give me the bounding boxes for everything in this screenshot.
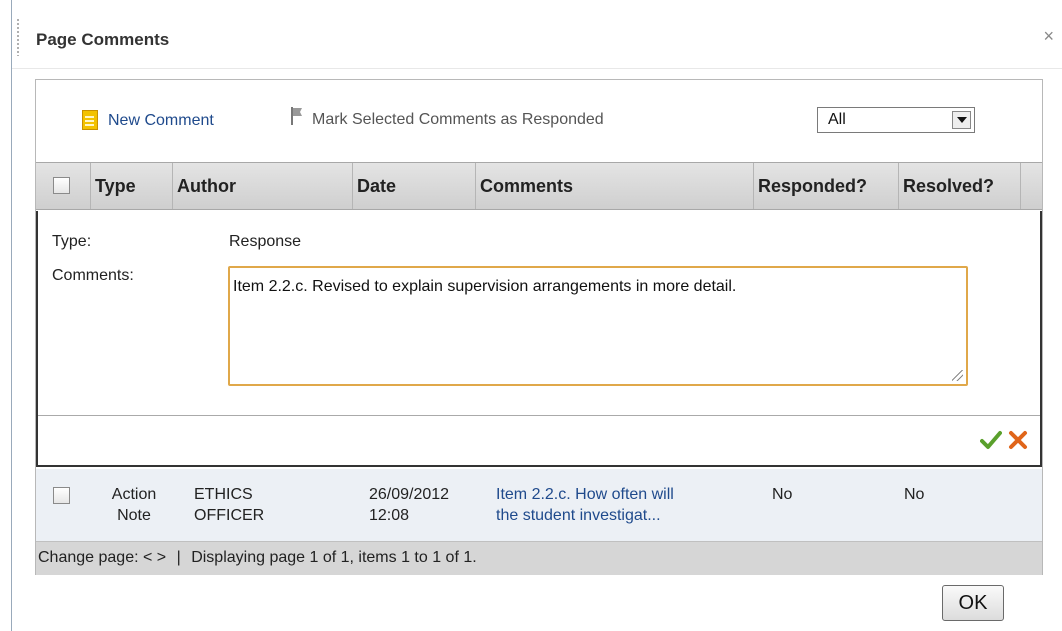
- filter-selected-value: All: [828, 111, 846, 128]
- cancel-x-icon[interactable]: [1008, 430, 1028, 450]
- row-resolved: No: [904, 486, 925, 503]
- row-select-checkbox[interactable]: [53, 487, 70, 504]
- new-comment-button[interactable]: New Comment: [82, 110, 214, 132]
- new-document-icon: [82, 110, 100, 132]
- pager-label: Change page:: [38, 549, 139, 566]
- resize-grip-icon[interactable]: [952, 370, 963, 381]
- row-comment-line1: Item 2.2.c. How often will: [496, 486, 674, 503]
- mark-responded-label: Mark Selected Comments as Responded: [312, 111, 604, 128]
- comment-filter-select[interactable]: All: [817, 107, 975, 133]
- column-header-type[interactable]: Type: [91, 163, 173, 209]
- row-date: 26/09/2012 12:08: [369, 484, 449, 526]
- type-label: Type:: [52, 233, 92, 250]
- dialog-title: Page Comments: [36, 30, 170, 49]
- comment-textarea[interactable]: Item 2.2.c. Revised to explain supervisi…: [228, 266, 968, 386]
- row-comment-link[interactable]: Item 2.2.c. How often will the student i…: [496, 484, 674, 526]
- drag-grip-icon[interactable]: [16, 18, 20, 56]
- row-author-line1: ETHICS: [194, 486, 253, 503]
- row-type-line2: Note: [117, 507, 151, 524]
- column-header-responded[interactable]: Responded?: [754, 163, 899, 209]
- comment-text: Item 2.2.c. Revised to explain supervisi…: [233, 278, 737, 295]
- table-header: Type Author Date Comments Responded? Res…: [36, 162, 1042, 210]
- table-row[interactable]: Action Note ETHICS OFFICER 26/09/2012 12…: [36, 469, 1042, 541]
- row-date-line1: 26/09/2012: [369, 486, 450, 503]
- comment-editor: Type: Response Comments: Item 2.2.c. Rev…: [36, 211, 1042, 467]
- row-author: ETHICS OFFICER: [194, 484, 264, 526]
- type-value: Response: [229, 233, 302, 250]
- checkmark-icon[interactable]: [980, 430, 1002, 450]
- flag-icon: [291, 107, 302, 125]
- editor-footer: [38, 415, 1040, 466]
- row-type-line1: Action: [111, 486, 157, 503]
- toolbar: New Comment Mark Selected Comments as Re…: [36, 80, 1042, 162]
- close-button[interactable]: ×: [1043, 26, 1054, 47]
- comments-label: Comments:: [52, 267, 134, 284]
- column-header-author[interactable]: Author: [173, 163, 353, 209]
- pager-prev-link[interactable]: <: [143, 549, 152, 566]
- mark-responded-button[interactable]: Mark Selected Comments as Responded: [290, 107, 604, 130]
- column-header-resolved[interactable]: Resolved?: [899, 163, 1021, 209]
- row-date-line2: 12:08: [369, 507, 410, 524]
- pager-status: Displaying page 1 of 1, items 1 to 1 of …: [191, 549, 477, 566]
- row-type: Action Note: [108, 484, 160, 526]
- column-header-comments[interactable]: Comments: [476, 163, 754, 209]
- chevron-down-icon[interactable]: [952, 111, 971, 129]
- row-responded: No: [772, 486, 793, 503]
- row-author-line2: OFFICER: [194, 507, 265, 524]
- dialog-titlebar[interactable]: Page Comments ×: [12, 0, 1062, 69]
- select-all-checkbox[interactable]: [53, 177, 70, 194]
- pager-separator: |: [176, 549, 181, 566]
- header-select-all-cell: [36, 163, 91, 209]
- column-header-date[interactable]: Date: [353, 163, 476, 209]
- page-comments-dialog: Page Comments × New Comment Mark Selecte…: [11, 0, 1062, 631]
- new-comment-label: New Comment: [108, 112, 214, 129]
- comments-panel: New Comment Mark Selected Comments as Re…: [35, 79, 1043, 575]
- pagination-bar: Change page: < > | Displaying page 1 of …: [36, 541, 1042, 575]
- ok-button[interactable]: OK: [942, 585, 1004, 621]
- pager-next-link[interactable]: >: [157, 549, 166, 566]
- row-comment-line2: the student investigat...: [496, 507, 661, 524]
